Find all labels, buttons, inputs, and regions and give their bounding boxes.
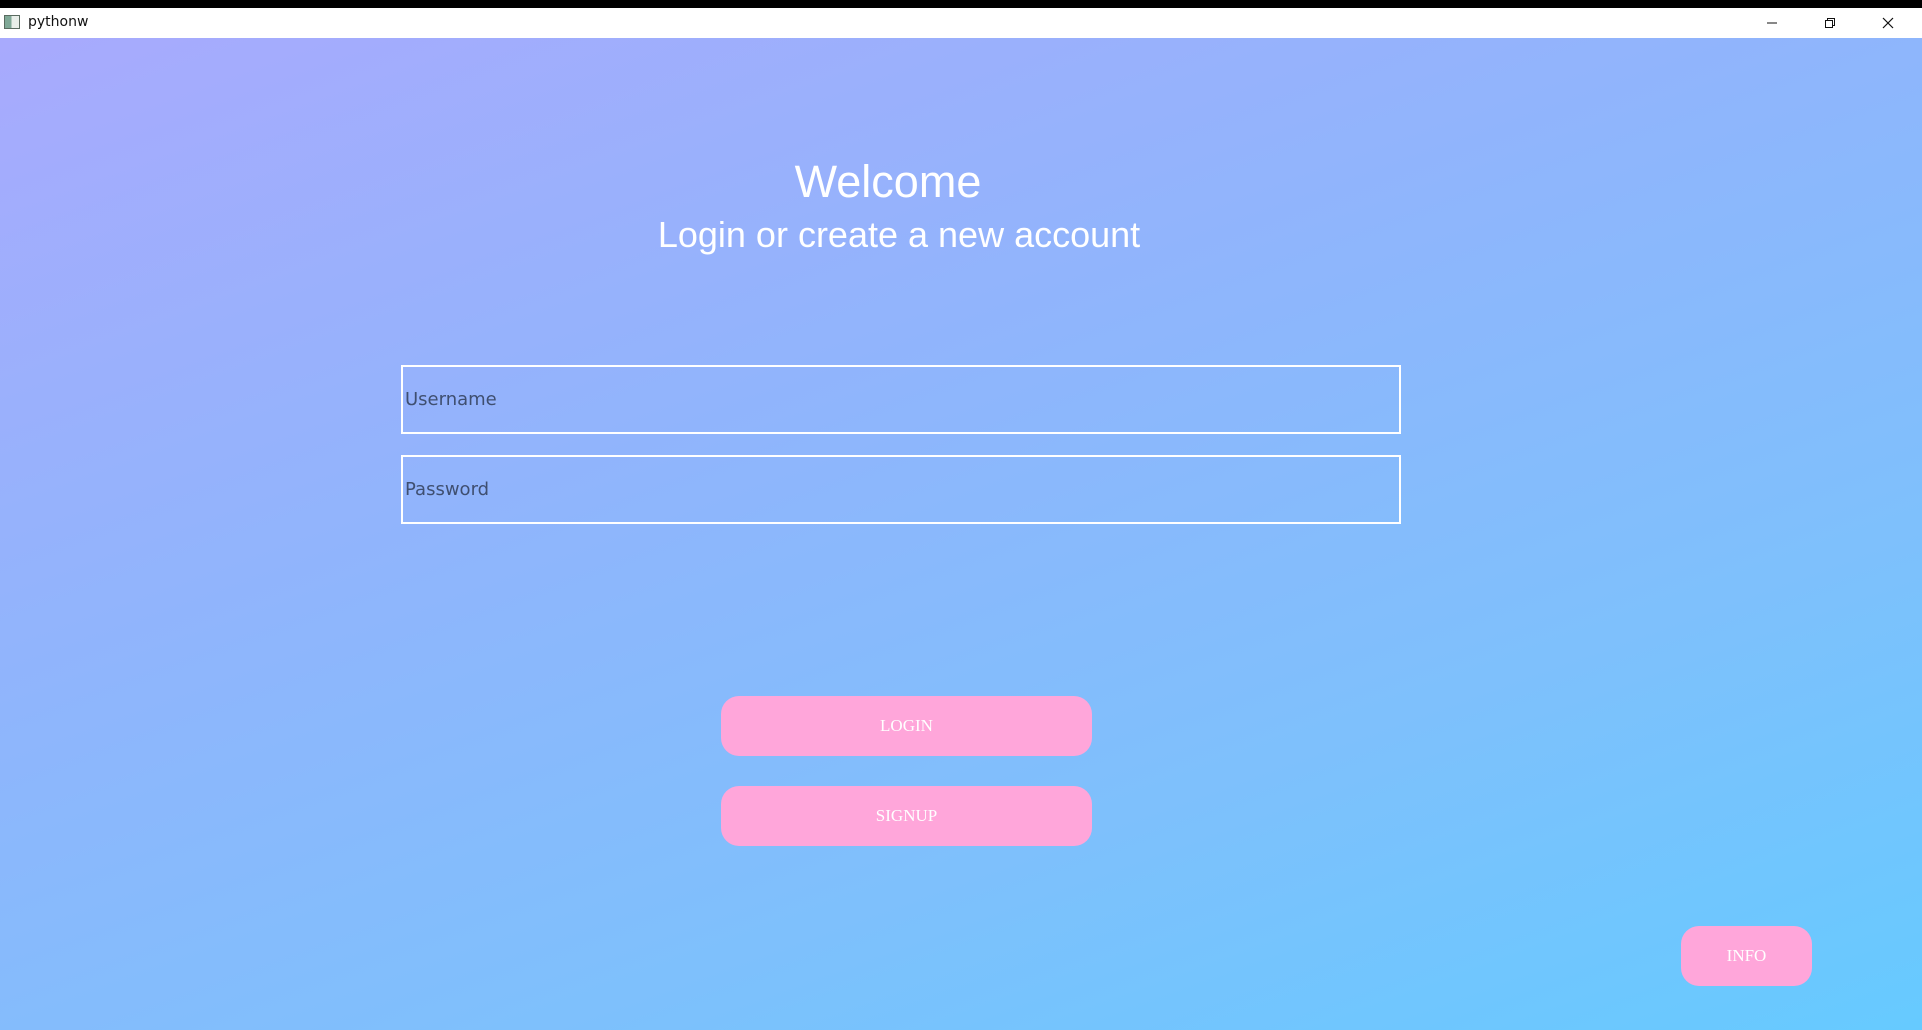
title-bar[interactable]: pythonw [0, 8, 1922, 38]
restore-icon [1825, 18, 1835, 28]
close-icon [1882, 17, 1894, 29]
info-button[interactable]: INFO [1681, 926, 1812, 986]
page-title: Welcome [794, 156, 982, 207]
login-button[interactable]: LOGIN [721, 696, 1092, 756]
minimize-icon [1767, 22, 1777, 24]
window-title: pythonw [28, 14, 89, 30]
close-button[interactable] [1859, 8, 1917, 38]
restore-button[interactable] [1801, 8, 1859, 38]
minimize-button[interactable] [1743, 8, 1801, 38]
app-icon [4, 15, 20, 29]
page-subtitle: Login or create a new account [657, 214, 1141, 255]
login-screen: Welcome Login or create a new account LO… [0, 38, 1922, 1030]
password-field[interactable] [401, 455, 1401, 524]
username-field[interactable] [401, 365, 1401, 434]
signup-button[interactable]: SIGNUP [721, 786, 1092, 846]
app-window: pythonw Welcome Login or create a new ac… [0, 8, 1922, 1030]
